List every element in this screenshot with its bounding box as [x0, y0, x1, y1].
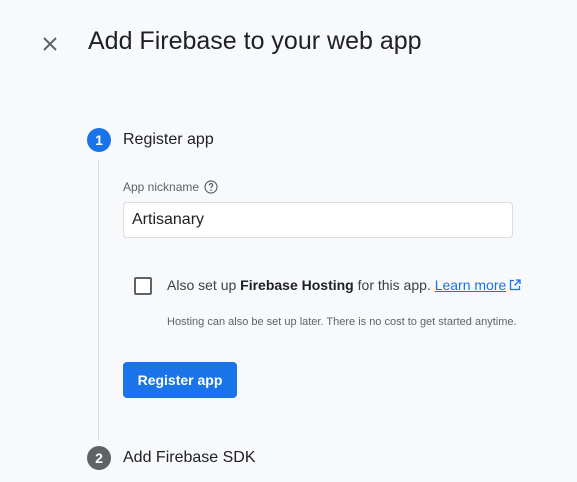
firebase-hosting-checkbox[interactable]: [134, 277, 152, 295]
register-app-button[interactable]: Register app: [123, 362, 237, 398]
step-2-title: Add Firebase SDK: [123, 449, 256, 466]
help-circle-icon[interactable]: [204, 180, 218, 194]
app-nickname-label: App nickname: [123, 180, 218, 194]
learn-more-label: Learn more: [434, 277, 507, 293]
step-1-title: Register app: [123, 131, 214, 148]
page-title: Add Firebase to your web app: [88, 27, 422, 55]
step-1-number: 1: [87, 128, 111, 152]
app-nickname-label-text: App nickname: [123, 180, 200, 194]
app-nickname-input[interactable]: [123, 202, 513, 238]
step-connector-line: [98, 160, 99, 440]
hosting-prefix: Also set up: [167, 277, 241, 293]
close-icon[interactable]: [38, 32, 62, 56]
hosting-suffix: for this app.: [353, 277, 431, 293]
hosting-note: Hosting can also be set up later. There …: [167, 316, 517, 328]
hosting-bold: Firebase Hosting: [240, 277, 354, 293]
firebase-hosting-option-text: Also set up Firebase Hosting for this ap…: [167, 277, 521, 293]
step-2-number: 2: [87, 446, 111, 470]
learn-more-link[interactable]: Learn more: [435, 277, 522, 293]
external-link-icon: [509, 278, 521, 291]
